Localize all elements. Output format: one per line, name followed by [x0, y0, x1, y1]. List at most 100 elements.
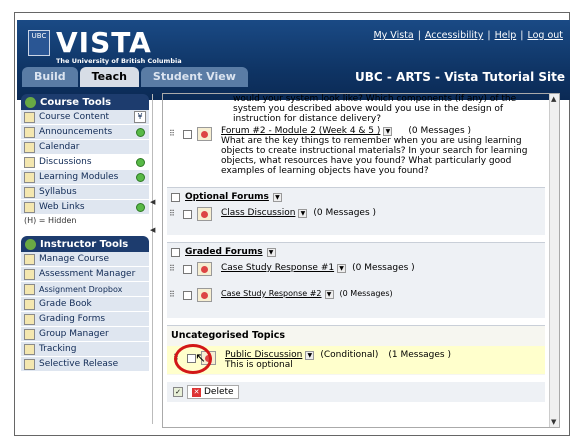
accessibility-link[interactable]: Accessibility: [425, 30, 483, 41]
help-link[interactable]: Help: [495, 30, 517, 41]
sidebar-item-label: Syllabus: [39, 187, 77, 197]
sidebar-item-label: Selective Release: [39, 359, 119, 369]
sidebar-item-calendar[interactable]: Calendar: [21, 140, 149, 155]
optional-forums-section: Optional Forums ▼ ⠿ Class Discussion ▼ (0 M…: [167, 187, 545, 235]
my-vista-link[interactable]: My Vista: [373, 30, 413, 41]
sidebar-item-announcements[interactable]: Announcements: [21, 125, 149, 140]
case-study-2-messages: (0 Messages): [339, 289, 393, 298]
action-menu-icon[interactable]: ▼: [305, 351, 315, 360]
public-discussion-row: ⠿ Public Discussion ▼ (Conditional) (1 Mess…: [167, 346, 545, 374]
sidebar-item-grading-forms[interactable]: Grading Forms: [21, 312, 149, 327]
graded-forums-section: Graded Forums ▼ ⠿ Case Study Response #1 ▼…: [167, 242, 545, 318]
delete-label: Delete: [204, 387, 234, 397]
action-menu-icon[interactable]: ▼: [324, 290, 334, 299]
logo-subtitle: The University of British Columbia: [56, 57, 182, 65]
assessment-icon: [24, 268, 35, 280]
sidebar-item-selective-release[interactable]: Selective Release: [21, 357, 149, 372]
case-study-2-link[interactable]: Case Study Response #2: [221, 289, 322, 298]
dropbox-icon: [24, 283, 35, 295]
toggle-icon[interactable]: ¥: [134, 111, 146, 123]
collapse-arrow-icon[interactable]: ◀: [150, 198, 155, 206]
forum2-messages: (0 Messages ): [408, 126, 472, 136]
collapse-icon: [25, 238, 36, 250]
select-checkbox[interactable]: [183, 290, 192, 300]
sidebar-item-learning-modules[interactable]: Learning Modules: [21, 170, 149, 185]
hidden-note: (H) = Hidden: [24, 216, 77, 225]
select-checkbox[interactable]: [183, 264, 192, 274]
discussion-icon: [24, 156, 35, 168]
course-tools-header[interactable]: Course Tools: [21, 94, 149, 110]
collapse-arrow-icon[interactable]: ◀: [150, 226, 155, 234]
drag-handle-icon[interactable]: ⠿: [169, 264, 179, 274]
scrollbar[interactable]: ▲ ▼: [549, 94, 559, 427]
sidebar-item-syllabus[interactable]: Syllabus: [21, 185, 149, 200]
top-links: My Vista | Accessibility | Help | Log out: [373, 30, 563, 41]
graded-forums-title[interactable]: Graded Forums: [185, 247, 263, 257]
sidebar-item-label: Discussions: [39, 157, 92, 167]
mouse-cursor-icon: ↖: [195, 351, 206, 366]
add-icon[interactable]: [136, 158, 145, 167]
add-icon[interactable]: [136, 128, 145, 137]
public-discussion-link[interactable]: Public Discussion: [225, 350, 302, 360]
pane-splitter[interactable]: ◀ ◀: [150, 94, 158, 424]
highlight-circle: [174, 344, 212, 374]
class-discussion-link[interactable]: Class Discussion: [221, 208, 295, 218]
forum-icon: [197, 127, 212, 141]
action-menu-icon[interactable]: ▼: [337, 264, 347, 273]
scroll-down-icon[interactable]: ▼: [551, 418, 556, 426]
forum2-description: What are the key things to remember when…: [221, 136, 528, 176]
action-menu-icon[interactable]: ▼: [298, 209, 308, 218]
drag-handle-icon[interactable]: ⠿: [169, 129, 179, 139]
drag-handle-icon[interactable]: ⠿: [169, 209, 179, 219]
sidebar-item-label: Grading Forms: [39, 314, 106, 324]
forum-icon: [197, 288, 212, 302]
optional-forums-title[interactable]: Optional Forums: [185, 192, 269, 202]
sidebar-item-label: Group Manager: [39, 329, 109, 339]
action-menu-icon[interactable]: ▼: [266, 247, 276, 257]
vista-logo: VISTA: [56, 26, 152, 59]
check-all-icon[interactable]: ✓: [173, 387, 183, 397]
sidebar-item-label: Manage Course: [39, 254, 110, 264]
delete-icon: ✕: [192, 387, 201, 397]
drag-handle-icon[interactable]: ⠿: [169, 290, 179, 300]
sidebar-item-assignment-dropbox[interactable]: Assignment Dropbox: [21, 282, 149, 297]
instructor-tools-header[interactable]: Instructor Tools: [21, 236, 149, 252]
book-icon: [24, 111, 35, 123]
add-icon[interactable]: [136, 173, 145, 182]
sidebar-item-discussions[interactable]: Discussions: [21, 155, 149, 170]
tab-build[interactable]: Build: [22, 67, 78, 87]
select-checkbox[interactable]: [183, 129, 192, 139]
megaphone-icon: [24, 126, 35, 138]
gradebook-icon: [24, 298, 35, 310]
tab-teach[interactable]: Teach: [79, 67, 139, 87]
select-all-checkbox[interactable]: [171, 192, 180, 202]
sidebar-item-course-content[interactable]: Course Content ¥: [21, 110, 149, 125]
select-checkbox[interactable]: [183, 209, 192, 219]
tracking-icon: [24, 343, 35, 355]
case-study-1-messages: (0 Messages ): [352, 263, 415, 273]
tab-student-view[interactable]: Student View: [140, 67, 248, 87]
release-icon: [24, 358, 35, 370]
logout-link[interactable]: Log out: [527, 30, 563, 41]
sidebar-item-tracking[interactable]: Tracking: [21, 342, 149, 357]
sidebar-item-assessment-manager[interactable]: Assessment Manager: [21, 267, 149, 282]
public-discussion-note: This is optional: [225, 360, 293, 370]
scroll-up-icon[interactable]: ▲: [551, 95, 556, 103]
class-discussion-messages: (0 Messages ): [313, 208, 377, 218]
instructor-tools-title: Instructor Tools: [40, 238, 129, 250]
delete-button[interactable]: ✕ Delete: [187, 385, 239, 399]
case-study-1-link[interactable]: Case Study Response #1: [221, 263, 334, 273]
action-menu-icon[interactable]: ▼: [383, 127, 393, 136]
select-all-checkbox[interactable]: [171, 247, 180, 257]
forum2-link[interactable]: Forum #2 - Module 2 (Week 4 & 5 ): [221, 126, 380, 136]
forum-icon: [197, 262, 212, 276]
add-icon[interactable]: [136, 203, 145, 212]
sidebar-item-manage-course[interactable]: Manage Course: [21, 252, 149, 267]
action-bar: ✓ ✕ Delete: [167, 382, 545, 402]
sidebar-item-group-manager[interactable]: Group Manager: [21, 327, 149, 342]
conditional-label: (Conditional): [320, 350, 379, 360]
sidebar-item-web-links[interactable]: Web Links: [21, 200, 149, 215]
sidebar-item-grade-book[interactable]: Grade Book: [21, 297, 149, 312]
sidebar-item-label: Course Content: [39, 112, 110, 122]
action-menu-icon[interactable]: ▼: [272, 192, 282, 202]
